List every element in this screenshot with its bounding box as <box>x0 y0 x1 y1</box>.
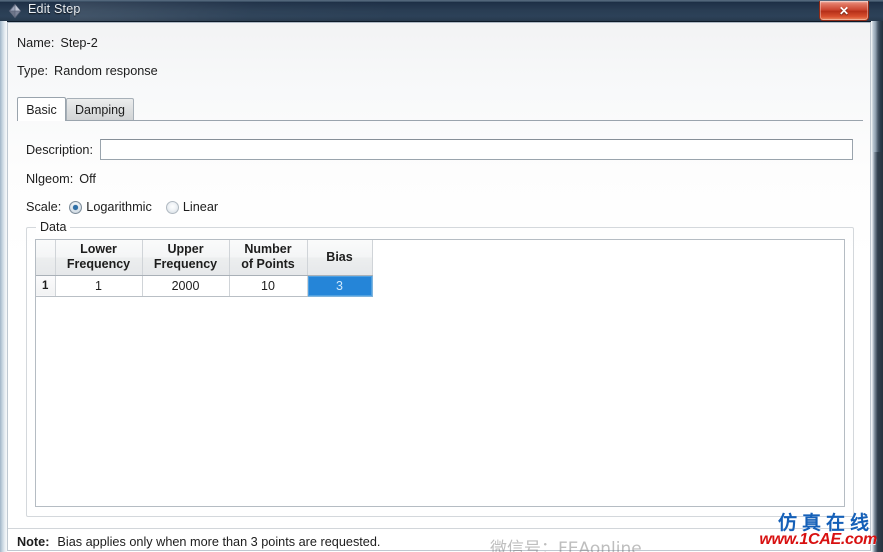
radio-logarithmic[interactable]: Logarithmic <box>69 200 152 214</box>
title-bar[interactable]: Edit Step ✕ <box>0 0 883 22</box>
cell-number-of-points[interactable]: 10 <box>229 275 308 297</box>
tab-damping[interactable]: Damping <box>66 98 134 120</box>
step-name-value: Step-2 <box>60 36 98 50</box>
step-name-label: Name: <box>17 36 55 50</box>
step-name-row: Name: Step-2 <box>17 36 98 50</box>
radio-linear[interactable]: Linear <box>165 200 219 214</box>
column-header-number-of-points-line1: Number <box>244 242 292 257</box>
close-icon: ✕ <box>838 3 850 18</box>
data-table-panel[interactable]: Lower Frequency Upper Frequency Number o… <box>35 239 845 507</box>
tab-page-basic: Description: Nlgeom: Off Scale: Logarithm… <box>17 120 863 524</box>
column-header-lower-frequency-line2: Frequency <box>66 257 131 272</box>
cell-bias[interactable]: 3 <box>306 274 373 297</box>
cell-lower-frequency[interactable]: 1 <box>55 275 143 297</box>
data-group-legend: Data <box>36 220 71 234</box>
data-group-box: Data Lower Frequency Upper Frequency Num… <box>26 220 854 517</box>
watermark-url: www.1CAE.com <box>759 531 877 548</box>
column-header-upper-frequency-line2: Frequency <box>153 257 218 272</box>
nlgeom-label: Nlgeom: <box>26 172 74 186</box>
description-label: Description: <box>26 143 93 157</box>
table-header-row: Lower Frequency Upper Frequency Number o… <box>36 240 373 276</box>
note-separator <box>8 528 870 529</box>
note-bar: Note: Bias applies only when more than 3 … <box>17 535 380 549</box>
close-button[interactable]: ✕ <box>819 1 869 21</box>
scale-row: Scale: Logarithmic Linear <box>26 200 218 214</box>
step-type-value: Random response <box>54 64 158 78</box>
radio-linear-indicator <box>165 200 179 214</box>
nlgeom-value: Off <box>79 172 96 186</box>
tab-strip: Basic Damping <box>17 97 863 121</box>
watermark-wechat: 微信号：FEAonline <box>490 539 642 552</box>
tab-basic[interactable]: Basic <box>17 97 66 121</box>
column-header-number-of-points[interactable]: Number of Points <box>229 240 308 276</box>
radio-logarithmic-label: Logarithmic <box>86 200 152 214</box>
radio-logarithmic-indicator <box>69 200 83 214</box>
nlgeom-row: Nlgeom: Off <box>26 172 96 186</box>
step-type-row: Type: Random response <box>17 64 158 78</box>
data-table: Lower Frequency Upper Frequency Number o… <box>36 240 373 297</box>
radio-linear-label: Linear <box>182 200 219 214</box>
note-text: Bias applies only when more than 3 point… <box>57 535 381 549</box>
window-border-left <box>0 21 7 552</box>
dialog-client-area: 1CAE.COM Name:Step-2 Type:Random respons… <box>7 22 871 551</box>
edit-step-dialog: Edit Step ✕ 1CAE.COM Name:Step-2 Type:Ra… <box>0 0 883 552</box>
window-border-right-lower <box>871 152 883 552</box>
titlebar-sheen <box>70 2 400 21</box>
column-header-number-of-points-line2: of Points <box>241 257 295 272</box>
column-header-bias-line1: Bias <box>326 249 353 264</box>
column-header-bias[interactable]: Bias <box>307 240 373 276</box>
table-corner-cell[interactable] <box>36 240 56 276</box>
description-input[interactable] <box>100 139 853 160</box>
column-header-upper-frequency[interactable]: Upper Frequency <box>142 240 230 276</box>
tab-damping-label: Damping <box>74 102 126 117</box>
cell-upper-frequency[interactable]: 2000 <box>142 275 230 297</box>
table-row: 1 1 2000 10 3 <box>36 274 373 297</box>
step-type-label: Type: <box>17 64 49 78</box>
column-header-lower-frequency[interactable]: Lower Frequency <box>55 240 143 276</box>
column-header-lower-frequency-line1: Lower <box>80 242 117 257</box>
abaqus-diamond-icon <box>7 3 23 19</box>
tab-basic-label: Basic <box>26 102 57 117</box>
note-prefix: Note: <box>17 535 50 549</box>
row-number-cell[interactable]: 1 <box>36 275 56 297</box>
window-title: Edit Step <box>28 2 81 16</box>
column-header-upper-frequency-line1: Upper <box>167 242 204 257</box>
scale-label: Scale: <box>26 200 62 214</box>
